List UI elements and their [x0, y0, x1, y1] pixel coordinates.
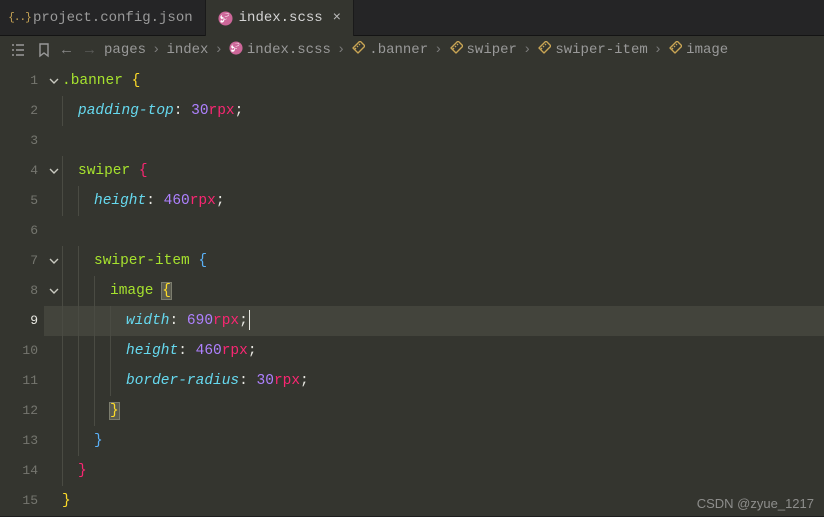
line-gutter: 123456789101112131415: [0, 64, 44, 516]
line-number: 14: [0, 456, 44, 486]
chevron-right-icon: ›: [523, 42, 531, 58]
code-line[interactable]: image {: [44, 276, 824, 306]
bookmark-icon[interactable]: [36, 42, 52, 58]
line-number: 11: [0, 366, 44, 396]
nav-arrows: ← →: [62, 42, 94, 59]
line-number: 10: [0, 336, 44, 366]
code-editor[interactable]: 123456789101112131415 .banner {padding-t…: [0, 64, 824, 516]
tab-project-config[interactable]: project.config.json: [0, 0, 206, 36]
line-number: 8: [0, 276, 44, 306]
code-line[interactable]: padding-top: 30rpx;: [44, 96, 824, 126]
code-line[interactable]: swiper-item {: [44, 246, 824, 276]
code-line[interactable]: [44, 216, 824, 246]
chevron-right-icon: ›: [654, 42, 662, 58]
chevron-right-icon: ›: [214, 42, 222, 58]
crumb-swiper[interactable]: swiper: [449, 41, 517, 60]
ruler-icon: [449, 41, 463, 60]
breadcrumb: pages › index › index.scss › .banner › s…: [104, 41, 728, 60]
tab-bar: project.config.json index.scss ×: [0, 0, 824, 36]
line-number: 13: [0, 426, 44, 456]
line-number: 12: [0, 396, 44, 426]
code-line[interactable]: height: 460rpx;: [44, 186, 824, 216]
code-line[interactable]: border-radius: 30rpx;: [44, 366, 824, 396]
code-line[interactable]: }: [44, 396, 824, 426]
ruler-icon: [537, 41, 551, 60]
crumb-index-folder[interactable]: index: [166, 42, 208, 58]
tab-index-scss[interactable]: index.scss ×: [206, 0, 354, 36]
line-number: 1: [0, 66, 44, 96]
chevron-right-icon: ›: [337, 42, 345, 58]
close-icon[interactable]: ×: [333, 10, 341, 26]
line-number: 9: [0, 306, 44, 336]
chevron-right-icon: ›: [152, 42, 160, 58]
code-line[interactable]: width: 690rpx;: [44, 306, 824, 336]
sass-icon: [229, 41, 243, 60]
code-line[interactable]: }: [44, 426, 824, 456]
sass-icon: [218, 11, 233, 26]
line-number: 6: [0, 216, 44, 246]
code-line[interactable]: .banner {: [44, 66, 824, 96]
json-icon: [12, 11, 27, 26]
crumb-banner[interactable]: .banner: [351, 41, 428, 60]
line-number: 5: [0, 186, 44, 216]
tab-label: index.scss: [239, 10, 323, 26]
ruler-icon: [668, 41, 682, 60]
crumb-image[interactable]: image: [668, 41, 728, 60]
code-area[interactable]: .banner {padding-top: 30rpx;swiper {heig…: [44, 64, 824, 516]
ruler-icon: [351, 41, 365, 60]
line-number: 7: [0, 246, 44, 276]
code-line[interactable]: }: [44, 456, 824, 486]
outline-icon[interactable]: [10, 42, 26, 58]
nav-forward-icon[interactable]: →: [85, 42, 94, 59]
watermark: CSDN @zyue_1217: [697, 496, 814, 511]
nav-back-icon[interactable]: ←: [62, 42, 71, 59]
tab-label: project.config.json: [33, 10, 193, 26]
code-line[interactable]: swiper {: [44, 156, 824, 186]
line-number: 2: [0, 96, 44, 126]
crumb-index-scss[interactable]: index.scss: [229, 41, 331, 60]
chevron-right-icon: ›: [434, 42, 442, 58]
line-number: 3: [0, 126, 44, 156]
code-line[interactable]: [44, 126, 824, 156]
line-number: 4: [0, 156, 44, 186]
crumb-pages[interactable]: pages: [104, 42, 146, 58]
code-line[interactable]: height: 460rpx;: [44, 336, 824, 366]
crumb-swiper-item[interactable]: swiper-item: [537, 41, 647, 60]
line-number: 15: [0, 486, 44, 516]
editor-toolbar: ← → pages › index › index.scss › .banner…: [0, 36, 824, 64]
